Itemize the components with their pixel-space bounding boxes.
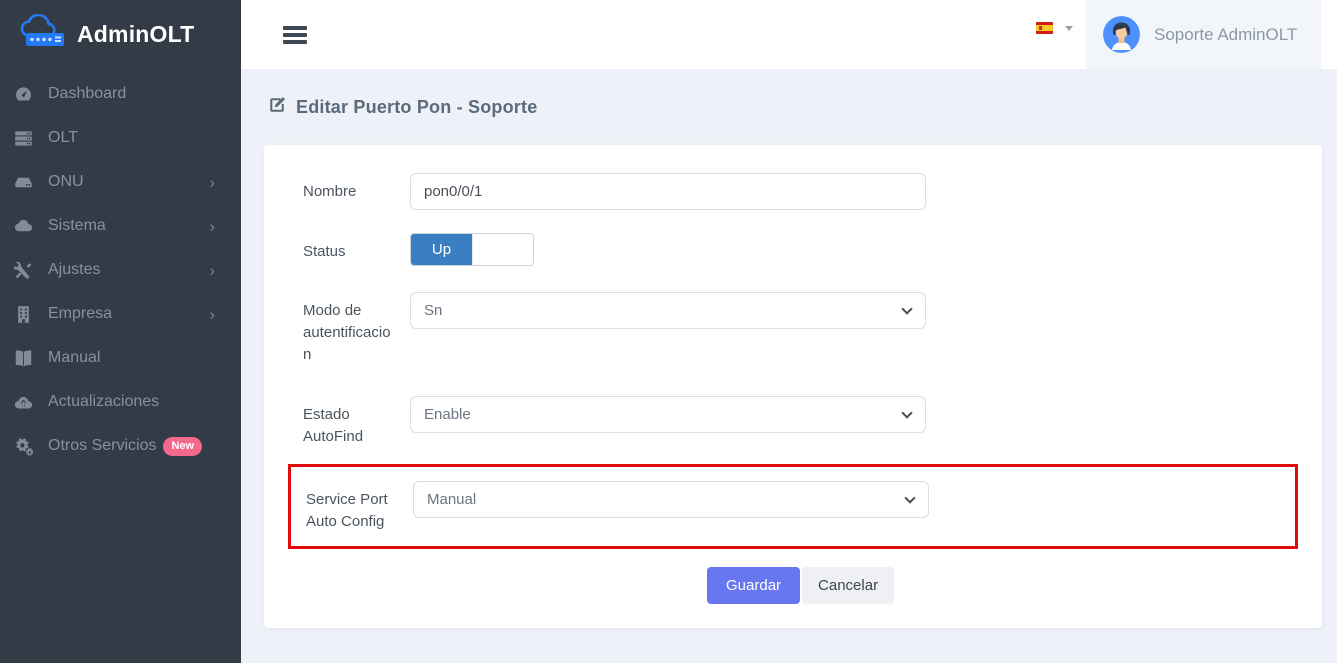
service-port-select[interactable]: Manual [413,481,929,518]
cancel-button[interactable]: Cancelar [802,567,894,604]
autofind-select[interactable]: Enable [410,396,926,433]
sidebar-item-label: Manual [48,349,100,367]
sidebar-item-onu[interactable]: ONU › [0,160,241,204]
sidebar-item-label: ONU [48,173,84,191]
service-port-highlight-box: Service Port Auto Config Manual [288,464,1298,549]
sidebar-item-ajustes[interactable]: Ajustes › [0,248,241,292]
gauge-icon [14,85,33,104]
adminolt-logo-icon [16,14,68,55]
sidebar-item-dashboard[interactable]: Dashboard [0,72,241,116]
chevron-right-icon: › [209,174,215,191]
sidebar-item-olt[interactable]: OLT [0,116,241,160]
nombre-input[interactable] [410,173,926,210]
page-title-text: Editar Puerto Pon - Soporte [296,97,537,118]
gears-icon [14,437,33,456]
form-row-autofind: Estado AutoFind Enable [288,396,1298,448]
caret-down-icon [1065,26,1073,31]
user-menu[interactable]: Soporte AdminOLT [1086,0,1321,69]
user-avatar [1103,16,1140,53]
form-row-status: Status Up [288,233,1298,266]
sidebar: AdminOLT DashboardOLTONU›Sistema›Ajustes… [0,0,241,663]
main-content: Editar Puerto Pon - Soporte Nombre Statu… [241,69,1337,663]
chevron-right-icon: › [209,218,215,235]
menu-toggle-button[interactable] [283,26,307,47]
status-toggle-handle [472,234,533,265]
edit-icon [268,96,286,119]
sidebar-item-sistema[interactable]: Sistema › [0,204,241,248]
device-icon [14,173,33,192]
form-actions: Guardar Cancelar [707,567,1298,604]
chevron-right-icon: › [209,306,215,323]
nombre-label: Nombre [303,173,395,203]
spain-flag-icon [1036,22,1053,34]
status-toggle-on-label: Up [411,234,472,265]
sidebar-item-label: Empresa [48,305,112,323]
autofind-label: Estado AutoFind [303,396,395,448]
auth-mode-select[interactable]: Sn [410,292,926,329]
brand-name: AdminOLT [77,21,194,48]
top-header: Soporte AdminOLT [241,0,1337,69]
sidebar-item-label: Otros Servicios [48,437,156,455]
sidebar-item-label: Ajustes [48,261,100,279]
edit-pon-form-card: Nombre Status Up Modo de autentificacion… [264,145,1322,628]
sidebar-item-manual[interactable]: Manual [0,336,241,380]
status-label: Status [303,233,395,263]
user-name: Soporte AdminOLT [1154,25,1297,45]
sidebar-item-actualizaciones[interactable]: Actualizaciones [0,380,241,424]
sidebar-item-label: Actualizaciones [48,393,159,411]
cloud-icon [14,217,33,236]
form-row-nombre: Nombre [288,173,1298,210]
sidebar-item-empresa[interactable]: Empresa › [0,292,241,336]
sidebar-item-label: OLT [48,129,78,147]
book-icon [14,349,33,368]
sidebar-item-label: Sistema [48,217,106,235]
building-icon [14,305,33,324]
save-button[interactable]: Guardar [707,567,800,604]
sidebar-item-label: Dashboard [48,85,126,103]
chevron-right-icon: › [209,262,215,279]
service-port-label: Service Port Auto Config [306,481,398,533]
status-toggle[interactable]: Up [410,233,534,266]
page-title: Editar Puerto Pon - Soporte [268,96,1337,119]
form-row-auth-mode: Modo de autentificacion Sn [288,292,1298,366]
cloud-upload-icon [14,393,33,412]
language-selector[interactable] [1036,22,1073,34]
sidebar-nav: Dashboard OLT ONU › Sistema › Ajustes › Empresa ›… [0,69,241,468]
auth-mode-label: Modo de autentificacion [303,292,395,366]
server-icon [14,129,33,148]
brand[interactable]: AdminOLT [0,0,241,69]
new-badge: New [163,437,202,456]
tools-icon [14,261,33,280]
sidebar-item-otros-servicios[interactable]: Otros Servicios New [0,424,241,468]
